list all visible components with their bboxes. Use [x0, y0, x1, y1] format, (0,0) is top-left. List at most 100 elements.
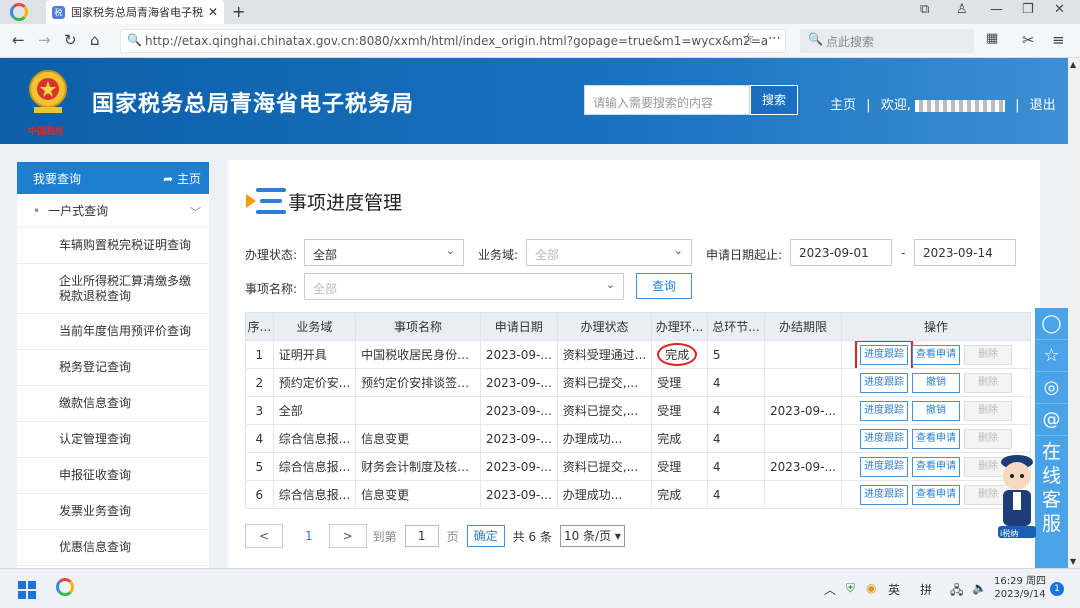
tray-expand-icon[interactable]: ︿: [824, 581, 836, 598]
next-page-button[interactable]: >: [328, 524, 367, 548]
home-link[interactable]: 主页: [830, 98, 856, 113]
security-shield-icon[interactable]: ⛨: [846, 581, 855, 596]
user-icon[interactable]: ◯: [1035, 308, 1068, 340]
sidebar-item[interactable]: 认定管理查询: [17, 422, 209, 458]
delete-button[interactable]: 删除: [963, 372, 1012, 393]
site-header: 中国税务 国家税务总局青海省电子税务局 请输入需要搜索的内容 搜索 主页 | 欢…: [0, 58, 1068, 144]
notification-badge[interactable]: 1: [1050, 582, 1064, 596]
sidebar-item[interactable]: 车辆购置税完税证明查询: [17, 228, 209, 264]
cell-steps: 4: [706, 424, 766, 453]
domain-select[interactable]: 全部 ⌄: [526, 239, 692, 266]
mascot-avatar[interactable]: i税纳: [996, 452, 1038, 544]
col-header: 序...: [245, 312, 274, 341]
more-icon[interactable]: ⋯: [768, 31, 781, 46]
sidebar-group-label: 一户式查询: [48, 204, 109, 218]
cell-actions: 进度跟踪 查看申请 删除: [840, 340, 1032, 369]
view-application-button[interactable]: 查看申请: [911, 484, 960, 505]
restore-icon[interactable]: ❐: [1022, 2, 1034, 17]
sidebar-item[interactable]: 企业所得税汇算清缴多缴税款退税查询: [17, 264, 209, 314]
service-char: 服: [1041, 513, 1061, 535]
bookmark-star-icon[interactable]: ☆: [742, 31, 755, 47]
sidebar-item[interactable]: 优惠信息查询: [17, 530, 209, 566]
track-progress-button[interactable]: 进度跟踪: [859, 372, 908, 393]
address-bar[interactable]: 🔍 http://etax.qinghai.chinatax.gov.cn:80…: [120, 29, 786, 53]
home-icon[interactable]: ⌂: [90, 31, 100, 49]
col-header: 办理环...: [651, 312, 708, 341]
browser-search-input[interactable]: 🔍 点此搜索: [800, 29, 974, 53]
delete-button[interactable]: 删除: [963, 344, 1012, 365]
track-progress-button[interactable]: 进度跟踪: [859, 428, 908, 449]
network-icon[interactable]: 🖧: [950, 581, 963, 602]
cell-deadline: [764, 368, 842, 397]
track-progress-button[interactable]: 进度跟踪: [859, 456, 908, 477]
cell-stage: 完成: [651, 424, 708, 453]
track-progress-button[interactable]: 进度跟踪: [859, 400, 908, 421]
cell-domain: 综合信息报...: [272, 424, 357, 453]
cell-steps: 4: [706, 396, 766, 425]
back-icon[interactable]: ←: [12, 31, 25, 49]
sidebar-item[interactable]: 申报征收查询: [17, 458, 209, 494]
apps-grid-icon[interactable]: ▦: [986, 31, 998, 46]
windows-start-icon[interactable]: [18, 581, 36, 599]
current-page[interactable]: 1: [305, 529, 313, 543]
sidebar-item[interactable]: 税务登记查询: [17, 350, 209, 386]
view-application-button[interactable]: 查看申请: [911, 344, 960, 365]
online-service-button[interactable]: 在 线 客 服: [1035, 436, 1068, 536]
track-progress-button[interactable]: 进度跟踪: [854, 341, 913, 368]
forward-icon[interactable]: →: [38, 31, 51, 49]
page-size-select[interactable]: 10 条/页 ▾: [559, 525, 625, 547]
sidebar-home-link[interactable]: ➦ 主页: [163, 170, 201, 187]
sidebar-group-account-query[interactable]: • 一户式查询 ﹀: [17, 194, 209, 228]
browser-tab[interactable]: 税 国家税务总局青海省电子税务 ✕: [46, 0, 224, 24]
masked-username: [914, 99, 1005, 112]
tray-app-icon[interactable]: ◉: [866, 581, 876, 595]
sidebar-item[interactable]: 当前年度信用预评价查询: [17, 314, 209, 350]
site-search-input[interactable]: 请输入需要搜索的内容: [584, 85, 750, 115]
wechat-icon[interactable]: ◎: [1035, 372, 1068, 404]
scissors-icon[interactable]: ✂: [1022, 31, 1035, 49]
view-application-button[interactable]: 查看申请: [911, 428, 960, 449]
weibo-icon[interactable]: @: [1035, 404, 1068, 436]
view-application-button[interactable]: 查看申请: [911, 456, 960, 477]
close-window-icon[interactable]: ✕: [1054, 2, 1065, 17]
delete-button[interactable]: 删除: [963, 428, 1012, 449]
new-tab-icon[interactable]: +: [232, 2, 245, 21]
status-select[interactable]: 全部 ⌄: [304, 239, 464, 266]
track-progress-button[interactable]: 进度跟踪: [859, 484, 908, 505]
star-icon[interactable]: ☆: [1035, 340, 1068, 372]
delete-button[interactable]: 删除: [963, 400, 1012, 421]
tab-list-icon[interactable]: ⧉: [920, 2, 929, 17]
reload-icon[interactable]: ↻: [64, 31, 77, 49]
browser-taskbar-icon[interactable]: [56, 578, 74, 596]
goto-confirm-button[interactable]: 确定: [466, 525, 505, 547]
site-search-button[interactable]: 搜索: [750, 85, 798, 115]
tab-title: 国家税务总局青海省电子税务: [71, 6, 204, 19]
date-to-input[interactable]: 2023-09-14: [914, 239, 1016, 266]
clock[interactable]: 16:29 周四 2023/9/14: [994, 575, 1046, 601]
col-header: 业务域: [272, 312, 357, 341]
sidebar-item[interactable]: 缴款信息查询: [17, 386, 209, 422]
service-char: 客: [1041, 489, 1061, 511]
ime-language[interactable]: 英: [888, 581, 900, 598]
item-name-select[interactable]: 全部 ⌄: [304, 273, 624, 300]
shirt-skin-icon[interactable]: ♙: [956, 2, 968, 17]
minimize-icon[interactable]: —: [990, 2, 1003, 17]
prev-page-button[interactable]: <: [245, 524, 283, 548]
sidebar-item[interactable]: 发票业务查询: [17, 494, 209, 530]
col-header: 申请日期: [479, 312, 558, 341]
tab-close-icon[interactable]: ✕: [208, 5, 218, 19]
goto-page-input[interactable]: 1: [404, 525, 439, 547]
ime-mode[interactable]: 拼: [920, 581, 932, 598]
cell-actions: 进度跟踪 撤销 删除: [840, 368, 1032, 397]
scroll-up-icon[interactable]: ▲: [1070, 60, 1076, 69]
scroll-down-icon[interactable]: ▼: [1070, 557, 1076, 566]
logout-link[interactable]: 退出: [1030, 98, 1056, 113]
revoke-button[interactable]: 撤销: [911, 400, 960, 421]
query-button[interactable]: 查询: [636, 273, 692, 299]
page-scrollbar[interactable]: ▲ ▼: [1068, 58, 1080, 568]
volume-icon[interactable]: 🔈: [972, 581, 987, 595]
date-from-input[interactable]: 2023-09-01: [790, 239, 892, 266]
browser-logo-icon[interactable]: [10, 3, 28, 21]
revoke-button[interactable]: 撤销: [911, 372, 960, 393]
menu-icon[interactable]: ≡: [1052, 31, 1065, 49]
